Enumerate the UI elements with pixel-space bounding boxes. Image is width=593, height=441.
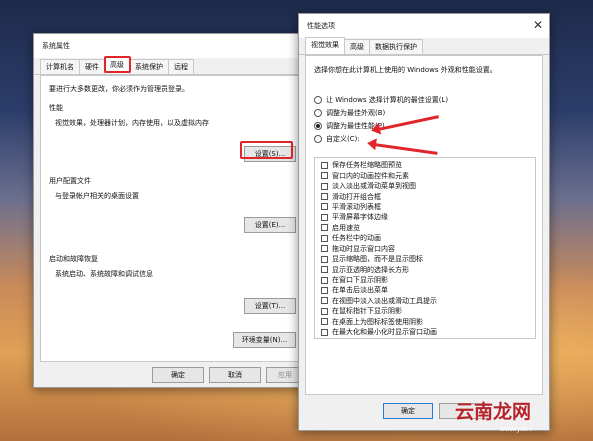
effect-label: 显示亚透明的选择长方形 xyxy=(332,265,409,274)
performance-title: 性能 xyxy=(49,104,63,112)
effect-label: 在窗口下显示阴影 xyxy=(332,276,388,285)
tab-hardware[interactable]: 硬件 xyxy=(79,59,105,74)
checkbox-icon[interactable] xyxy=(321,328,328,336)
checkbox-icon[interactable] xyxy=(321,297,328,305)
performance-options-dialog: 性能选项 ✕ 视觉效果 高级 数据执行保护 选择你想在此计算机上使用的 Windo… xyxy=(298,13,550,431)
perf-ok-button[interactable]: 确定 xyxy=(383,403,433,419)
effect-checkbox-row[interactable]: 拖动时显示窗口内容 xyxy=(321,244,535,254)
checkbox-icon[interactable] xyxy=(321,276,328,284)
effect-label: 任务栏中的动画 xyxy=(332,234,381,243)
effect-label: 拖动时显示窗口内容 xyxy=(332,244,395,253)
effect-label: 平滑屏幕字体边缘 xyxy=(332,213,388,222)
highlight-settings-button xyxy=(240,141,293,159)
tab-visual-effects[interactable]: 视觉效果 xyxy=(305,37,345,54)
ok-button[interactable]: 确定 xyxy=(152,367,204,383)
effect-checkbox-row[interactable]: 滑动打开组合框 xyxy=(321,191,535,201)
radio-icon xyxy=(314,108,322,117)
effect-label: 在单击后淡出菜单 xyxy=(332,286,388,295)
custom-effects-list: 保存任务栏缩略图预览 窗口内的动画控件和元素 淡入淡出或滑动菜单到视图 滑动打开组合框… xyxy=(314,157,536,339)
effect-label: 窗口内的动画控件和元素 xyxy=(332,171,409,180)
system-properties-tabs: 计算机名 硬件 高级 系统保护 远程 xyxy=(34,57,307,75)
startup-title: 启动和故障恢复 xyxy=(49,255,98,263)
performance-options-titlebar: 性能选项 ✕ xyxy=(299,14,549,38)
checkbox-icon[interactable] xyxy=(321,193,328,201)
checkbox-icon[interactable] xyxy=(321,203,328,211)
effect-checkbox-row[interactable]: 淡入淡出或滑动菜单到视图 xyxy=(321,181,535,191)
watermark-sub: www.ylw... xyxy=(500,426,533,433)
effect-checkbox-row[interactable]: 在最大化和最小化时显示窗口动画 xyxy=(321,327,535,337)
tab-remote[interactable]: 远程 xyxy=(168,59,194,74)
option-label: 调整为最佳外观(B) xyxy=(326,108,386,117)
effect-label: 在最大化和最小化时显示窗口动画 xyxy=(332,328,437,337)
profiles-settings-button[interactable]: 设置(E)... xyxy=(244,217,296,233)
effect-checkbox-row[interactable]: 在单击后淡出菜单 xyxy=(321,285,535,295)
effect-label: 保存任务栏缩略图预览 xyxy=(332,161,402,170)
effect-label: 在视图中淡入淡出或滑动工具提示 xyxy=(332,296,437,305)
profiles-desc: 与登录帐户相关的桌面设置 xyxy=(55,192,139,200)
checkbox-icon[interactable] xyxy=(321,213,328,221)
checkbox-icon[interactable] xyxy=(321,234,328,242)
highlight-advanced-tab xyxy=(104,56,131,73)
environment-variables-button[interactable]: 环境变量(N)... xyxy=(233,332,296,348)
radio-icon xyxy=(314,134,322,143)
checkbox-icon[interactable] xyxy=(321,286,328,294)
option-label: 让 Windows 选择计算机的最佳设置(L) xyxy=(326,95,449,104)
effect-checkbox-row[interactable]: 保存任务栏缩略图预览 xyxy=(321,160,535,170)
effect-checkbox-row[interactable]: 在视图中淡入淡出或滑动工具提示 xyxy=(321,296,535,306)
radio-icon xyxy=(314,95,322,104)
checkbox-icon[interactable] xyxy=(321,172,328,180)
checkbox-icon[interactable] xyxy=(321,307,328,315)
checkbox-icon[interactable] xyxy=(321,318,328,326)
admin-note: 要进行大多数更改，你必须作为管理员登录。 xyxy=(49,85,189,93)
effect-label: 在鼠标指针下显示阴影 xyxy=(332,307,402,316)
effect-checkbox-row[interactable]: 在桌面上为图标标签使用阴影 xyxy=(321,317,535,327)
performance-options-tabs: 视觉效果 高级 数据执行保护 xyxy=(299,37,549,55)
advanced-panel: 要进行大多数更改，你必须作为管理员登录。 性能 视觉效果，处理器计划，内存使用，… xyxy=(40,75,301,362)
checkbox-icon[interactable] xyxy=(321,245,328,253)
effect-checkbox-row[interactable]: 窗口内的动画控件和元素 xyxy=(321,170,535,180)
effect-checkbox-row[interactable]: 显示缩略图，而不是显示图标 xyxy=(321,254,535,264)
effect-checkbox-row[interactable]: 在鼠标指针下显示阴影 xyxy=(321,306,535,316)
effect-label: 淡入淡出或滑动菜单到视图 xyxy=(332,182,416,191)
radio-selected-icon xyxy=(314,121,322,130)
visual-effects-desc: 选择你想在此计算机上使用的 Windows 外观和性能设置。 xyxy=(314,66,497,74)
checkbox-icon[interactable] xyxy=(321,266,328,274)
effect-label: 显示缩略图，而不是显示图标 xyxy=(332,255,423,264)
startup-settings-button[interactable]: 设置(T)... xyxy=(244,298,296,314)
effect-label: 启用速览 xyxy=(332,223,360,232)
effect-checkbox-row[interactable]: 显示亚透明的选择长方形 xyxy=(321,264,535,274)
tab-advanced[interactable]: 高级 xyxy=(344,39,370,54)
effect-checkbox-row[interactable]: 平滑滚动列表框 xyxy=(321,202,535,212)
checkbox-icon[interactable] xyxy=(321,224,328,232)
system-properties-titlebar: 系统属性 xyxy=(34,34,307,58)
visual-effects-panel: 选择你想在此计算机上使用的 Windows 外观和性能设置。 让 Windows… xyxy=(305,55,543,395)
checkbox-icon[interactable] xyxy=(321,182,328,190)
checkbox-icon[interactable] xyxy=(321,161,328,169)
effect-checkbox-row[interactable]: 在窗口下显示阴影 xyxy=(321,275,535,285)
profiles-title: 用户配置文件 xyxy=(49,177,91,185)
window-title: 性能选项 xyxy=(307,22,335,30)
effect-checkbox-row[interactable]: 任务栏中的动画 xyxy=(321,233,535,243)
startup-desc: 系统启动、系统故障和调试信息 xyxy=(55,270,153,278)
tab-system-protection[interactable]: 系统保护 xyxy=(129,59,169,74)
option-let-windows-choose[interactable]: 让 Windows 选择计算机的最佳设置(L) xyxy=(314,93,448,106)
effect-label: 平滑滚动列表框 xyxy=(332,202,381,211)
checkbox-icon[interactable] xyxy=(321,255,328,263)
effect-label: 在桌面上为图标标签使用阴影 xyxy=(332,317,423,326)
option-label: 自定义(C): xyxy=(326,134,360,143)
effect-checkbox-row[interactable]: 平滑屏幕字体边缘 xyxy=(321,212,535,222)
close-icon[interactable]: ✕ xyxy=(533,18,543,32)
tab-dep[interactable]: 数据执行保护 xyxy=(369,39,423,54)
cancel-button[interactable]: 取消 xyxy=(209,367,261,383)
window-title: 系统属性 xyxy=(42,42,70,50)
system-properties-dialog: 系统属性 计算机名 硬件 高级 系统保护 远程 要进行大多数更改，你必须作为管理… xyxy=(33,33,308,388)
effect-label: 滑动打开组合框 xyxy=(332,192,381,201)
tab-computer-name[interactable]: 计算机名 xyxy=(40,59,80,74)
effect-checkbox-row[interactable]: 启用速览 xyxy=(321,223,535,233)
watermark-text: 云南龙网 xyxy=(455,402,532,423)
performance-desc: 视觉效果，处理器计划，内存使用，以及虚拟内存 xyxy=(55,119,209,127)
